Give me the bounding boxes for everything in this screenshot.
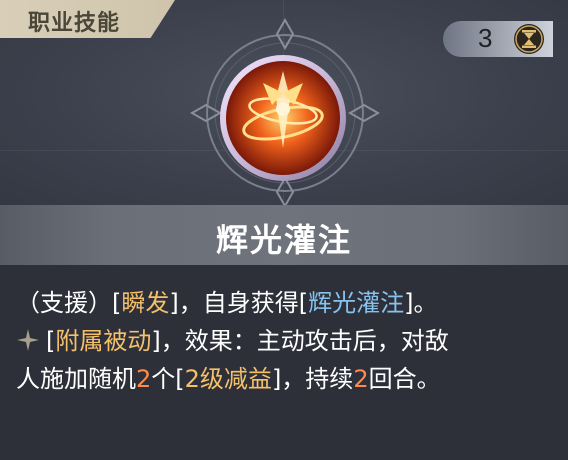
desc-text: ]。	[404, 289, 438, 317]
skill-category-label: 职业技能	[28, 11, 121, 36]
desc-text: ]，效果：主动攻击后，对敌	[151, 327, 449, 355]
keyword-debuff-level: 2级减益	[184, 365, 272, 393]
desc-text: ]，持续	[271, 365, 354, 393]
hourglass-icon	[514, 24, 544, 54]
description-line-2: [附属被动]，效果：主动攻击后，对敌	[16, 322, 556, 360]
desc-text: 个[	[151, 365, 185, 393]
desc-text: 人施加随机	[16, 365, 136, 393]
debuff-count: 2	[136, 365, 152, 393]
description-line-3: 人施加随机2个[2级减益]，持续2回合。	[16, 360, 556, 398]
skill-name: 辉光灌注	[215, 221, 352, 259]
skill-description-panel: （支援）[瞬发]，自身获得[辉光灌注]。 [附属被动]，效果：主动攻击后，对敌 …	[0, 265, 568, 460]
desc-text: ]，自身获得[	[169, 289, 309, 317]
skill-description: （支援）[瞬发]，自身获得[辉光灌注]。 [附属被动]，效果：主动攻击后，对敌 …	[16, 284, 556, 398]
duration-count: 2	[353, 365, 369, 393]
desc-text: [	[46, 327, 56, 355]
desc-text: 回合。	[368, 365, 441, 393]
keyword-instant: 瞬发	[121, 289, 170, 317]
cooldown-value: 3	[478, 23, 493, 53]
skill-category-tag: 职业技能	[0, 0, 175, 38]
description-line-1: （支援）[瞬发]，自身获得[辉光灌注]。	[16, 284, 556, 322]
radiant-flame-emblem-icon	[220, 55, 346, 181]
desc-text: （支援）[	[16, 289, 122, 317]
keyword-passive: 附属被动	[55, 327, 152, 355]
keyword-buff-link[interactable]: 辉光灌注	[308, 289, 404, 317]
skill-name-banner: 辉光灌注	[0, 205, 568, 265]
sparkle-icon	[17, 329, 39, 351]
